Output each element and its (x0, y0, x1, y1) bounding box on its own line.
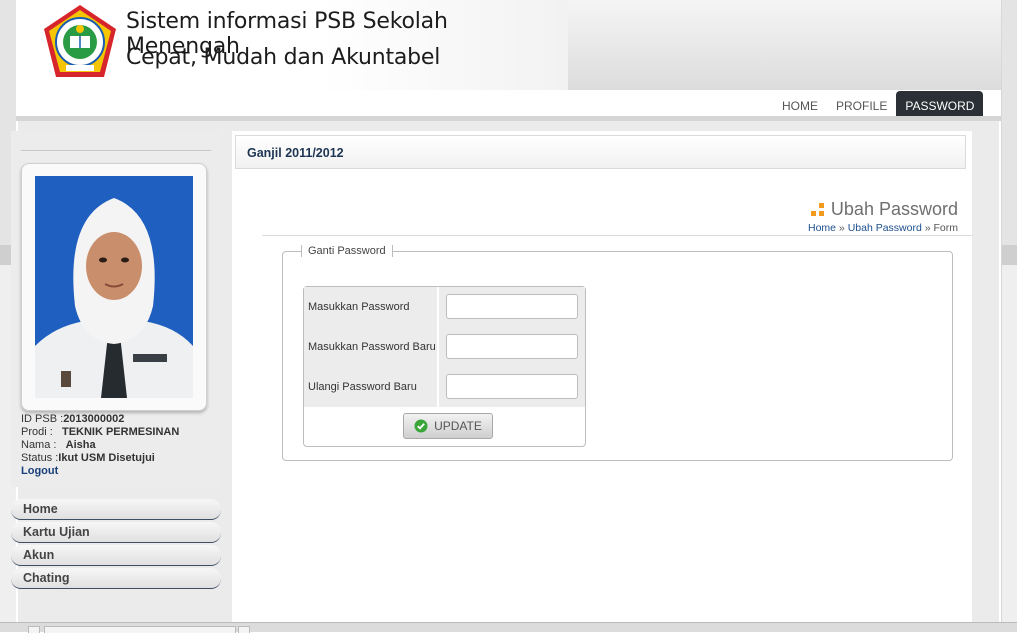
statusbar-segment (238, 626, 250, 633)
update-button[interactable]: UPDATE (403, 413, 493, 439)
password-form: Masukkan Password Lama Masukkan Password… (303, 286, 586, 447)
statusbar-segment (44, 626, 236, 633)
old-password-input[interactable] (446, 294, 578, 319)
menu-item-akun[interactable]: Akun (11, 545, 221, 566)
new-password-label: Masukkan Password Baru (304, 327, 438, 367)
sidebar: ID PSB :2013000002 Prodi : TEKNIK PERMES… (11, 131, 221, 487)
id-label: ID PSB : (21, 413, 64, 425)
sidebar-divider (21, 150, 211, 151)
title-squares-icon (810, 202, 824, 216)
form-row-old-password: Masukkan Password Lama (304, 287, 585, 353)
menu-item-chating[interactable]: Chating (11, 568, 221, 589)
update-button-label: UPDATE (434, 419, 482, 433)
breadcrumb-ubah-password[interactable]: Ubah Password (848, 222, 922, 234)
status-value: Ikut USM Disetujui (58, 452, 155, 464)
nav-password[interactable]: PASSWORD (896, 91, 984, 116)
profile-photo (35, 176, 193, 398)
title-divider (262, 235, 973, 236)
semester-bar: Ganjil 2011/2012 (235, 135, 966, 169)
check-circle-icon (414, 419, 428, 433)
main-content: Ganjil 2011/2012 Ubah Password Home » Ub… (232, 131, 973, 622)
top-navigation: HOME PROFILE PASSWORD (773, 91, 984, 116)
breadcrumb-separator: » (924, 222, 931, 234)
fieldset-legend: Ganti Password (301, 245, 393, 257)
school-emblem-icon (44, 5, 116, 77)
status-label: Status : (21, 452, 59, 464)
confirm-password-label: Ulangi Password Baru (304, 367, 438, 407)
semester-label: Ganjil 2011/2012 (247, 146, 344, 160)
site-tagline: Cepat, Mudah dan Akuntabel (126, 45, 441, 70)
prodi-label: Prodi : (21, 426, 53, 438)
new-password-input[interactable] (446, 334, 578, 359)
prodi-value: TEKNIK PERMESINAN (61, 426, 180, 438)
old-password-label: Masukkan Password Lama (304, 287, 438, 353)
form-row-new-password: Masukkan Password Baru (304, 327, 585, 367)
logout-link[interactable]: Logout (21, 465, 58, 477)
menu-item-kartu-ujian[interactable]: Kartu Ujian (11, 522, 221, 543)
profile-photo-frame (21, 163, 207, 411)
nav-profile[interactable]: PROFILE (827, 91, 896, 116)
breadcrumb: Home » Ubah Password » Form (808, 222, 958, 234)
confirm-password-input[interactable] (446, 374, 578, 399)
password-fieldset: Ganti Password Masukkan Password Lama Ma… (282, 245, 953, 461)
breadcrumb-separator: » (838, 222, 845, 234)
sidebar-menu: Home Kartu Ujian Akun Chating (11, 499, 221, 591)
student-info: ID PSB :2013000002 Prodi : TEKNIK PERMES… (21, 413, 179, 478)
page-title: Ubah Password (809, 199, 958, 220)
menu-item-home[interactable]: Home (11, 499, 221, 520)
nama-value: Aisha (65, 439, 96, 451)
id-value: 2013000002 (63, 413, 125, 425)
nama-label: Nama : (21, 439, 57, 451)
header-banner: Sistem informasi PSB Sekolah Menengah Ce… (16, 0, 568, 90)
breadcrumb-current: Form (933, 222, 959, 234)
page-title-text: Ubah Password (830, 199, 958, 219)
statusbar-segment (28, 626, 40, 633)
form-row-confirm-password: Ulangi Password Baru (304, 367, 585, 407)
nav-home[interactable]: HOME (773, 91, 827, 116)
header-gradient (568, 0, 1001, 90)
breadcrumb-home[interactable]: Home (808, 222, 836, 234)
